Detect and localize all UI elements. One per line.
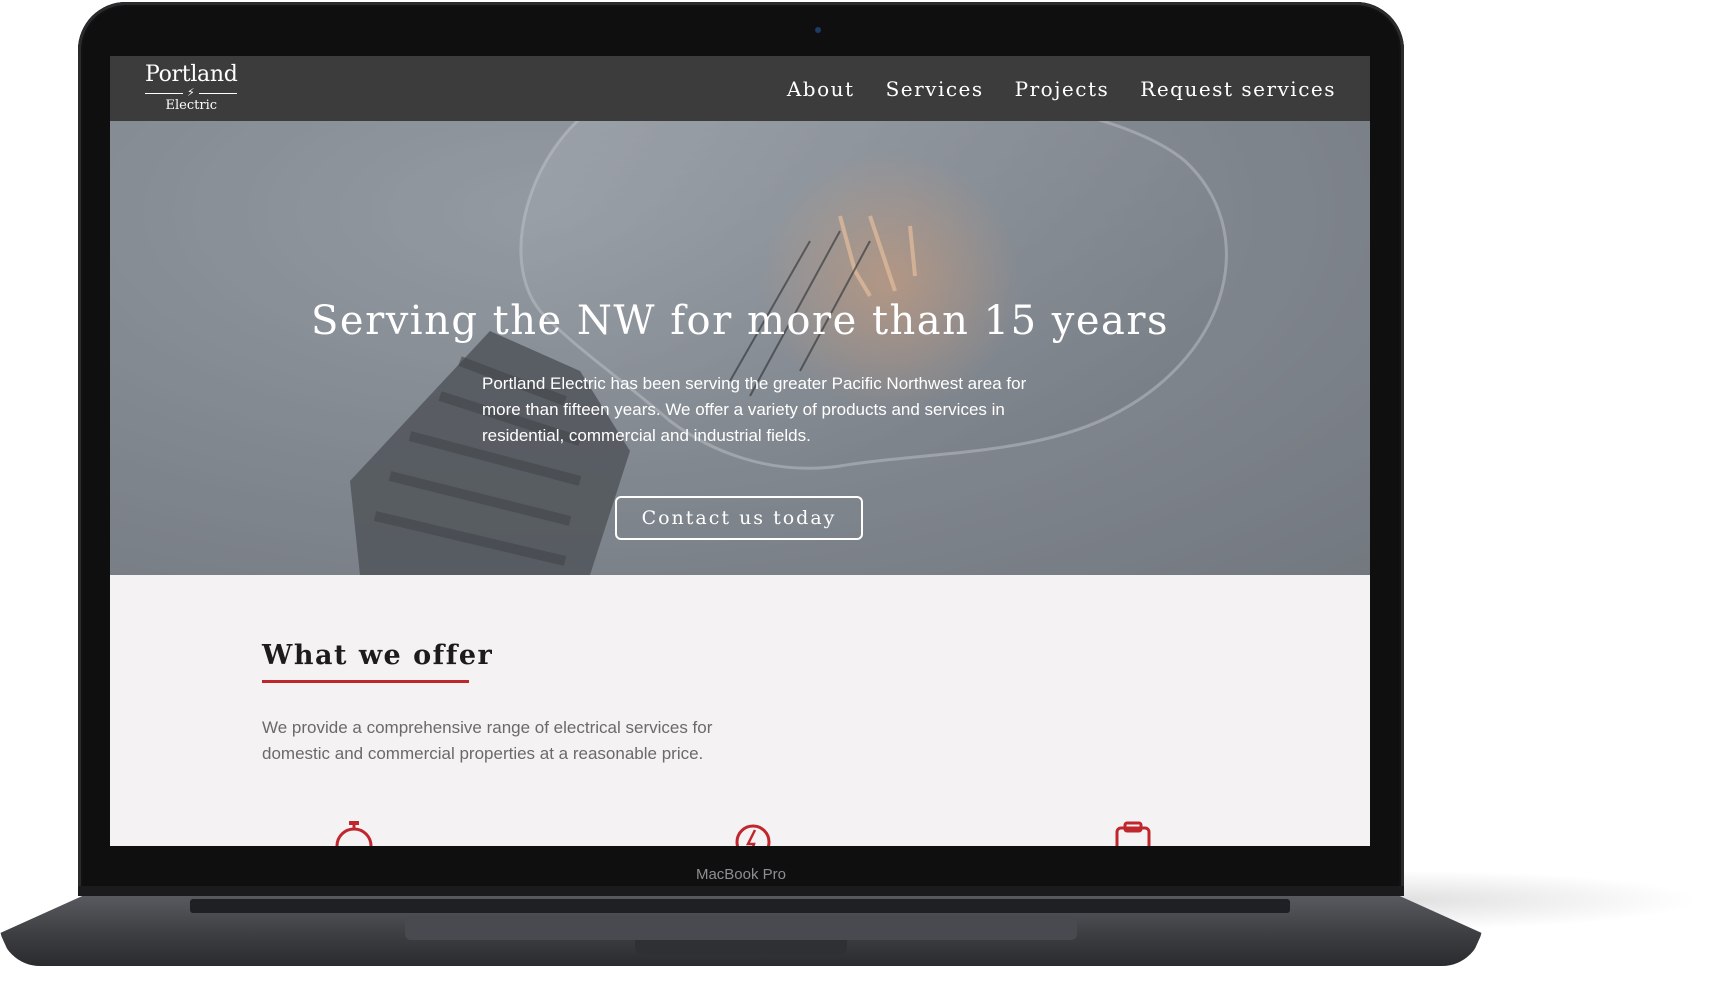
contact-us-button[interactable]: Contact us today [615,496,863,540]
lid-notch [635,940,847,956]
keyboard [190,899,1290,913]
hero-title: Serving the NW for more than 15 years [311,298,1169,344]
nav-link-request-services[interactable]: Request services [1140,77,1336,101]
nav-link-about[interactable]: About [787,77,855,101]
offer-title: What we offer [262,640,494,671]
offer-section: What we offer We provide a comprehensive… [110,575,1370,846]
nav-links: About Services Projects Request services [787,77,1336,101]
device-label: MacBook Pro [695,866,787,883]
offer-title-underline [262,680,469,683]
laptop-screen: Portland ⚡︎ Electric About Services Proj… [110,56,1370,846]
logo-divider: ⚡︎ [145,86,238,99]
lightning-bolt-icon: ⚡︎ [187,86,195,99]
logo-rule-line [145,92,183,94]
compass-bolt-icon [735,824,771,846]
camera-icon [815,27,821,33]
laptop-hinge [78,886,1404,896]
clipboard-icon [1115,821,1151,846]
logo-rule-line [198,92,237,94]
hero-description: Portland Electric has been serving the g… [482,374,1027,445]
hero-section: Serving the NW for more than 15 years Po… [110,121,1370,575]
site-logo[interactable]: Portland ⚡︎ Electric [145,64,238,113]
logo-wordmark-top: Portland [145,62,238,87]
trackpad [405,916,1077,940]
nav-link-projects[interactable]: Projects [1015,77,1110,101]
nav-link-services[interactable]: Services [886,77,984,101]
site-navbar: Portland ⚡︎ Electric About Services Proj… [110,56,1370,121]
logo-wordmark-bottom: Electric [165,98,218,113]
stopwatch-icon [335,821,373,846]
offer-description: We provide a comprehensive range of elec… [262,718,713,763]
